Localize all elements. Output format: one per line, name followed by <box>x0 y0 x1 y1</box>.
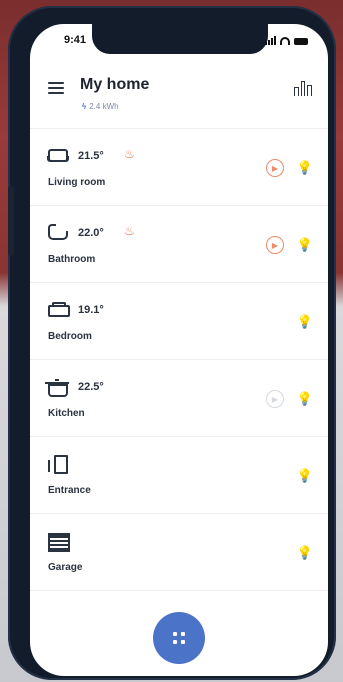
menu-icon[interactable] <box>48 82 64 94</box>
heating-flame-icon: ♨ <box>124 147 135 161</box>
room-row-bathroom[interactable]: 22.0° ♨ Bathroom ▶ 💡 <box>30 206 328 283</box>
light-bulb-button[interactable]: 💡 <box>296 544 314 562</box>
room-name: Bathroom <box>48 254 96 265</box>
room-name: Bedroom <box>48 331 92 342</box>
signal-icon <box>265 36 276 45</box>
light-bulb-button[interactable]: 💡 <box>296 159 314 177</box>
room-temperature: 21.5° <box>78 150 104 162</box>
room-name: Entrance <box>48 485 91 496</box>
door-icon <box>48 455 70 474</box>
bathtub-icon <box>48 224 70 240</box>
room-row-bedroom[interactable]: 19.1° Bedroom 💡 <box>30 283 328 360</box>
room-row-garage[interactable]: Garage 💡 <box>30 514 328 591</box>
garage-icon <box>48 532 70 552</box>
phone-frame: 9:41 My home ϟ 2.4 kWh 21.5° ♨ Living roo… <box>8 6 336 680</box>
status-bar: 9:41 <box>30 34 328 48</box>
light-bulb-button[interactable]: 💡 <box>296 390 314 408</box>
app-screen: 9:41 My home ϟ 2.4 kWh 21.5° ♨ Living roo… <box>30 24 328 676</box>
play-scene-button[interactable]: ▶ <box>266 390 284 408</box>
energy-value: 2.4 kWh <box>89 102 119 111</box>
play-scene-button[interactable]: ▶ <box>266 236 284 254</box>
app-header: My home ϟ 2.4 kWh <box>30 76 328 126</box>
heating-flame-icon: ♨ <box>124 224 135 238</box>
room-name: Garage <box>48 562 83 573</box>
room-name: Kitchen <box>48 408 85 419</box>
room-temperature: 19.1° <box>78 304 104 316</box>
wifi-icon <box>280 37 290 45</box>
room-list: 21.5° ♨ Living room ▶ 💡 22.0° ♨ Bathroom… <box>30 129 328 591</box>
status-time: 9:41 <box>64 34 87 46</box>
cooking-pot-icon <box>45 378 70 397</box>
stats-chart-icon[interactable] <box>294 78 313 96</box>
room-row-kitchen[interactable]: 22.5° Kitchen ▶ 💡 <box>30 360 328 437</box>
phone-side-button <box>8 186 14 256</box>
grid-icon <box>173 632 185 644</box>
light-bulb-button[interactable]: 💡 <box>296 236 314 254</box>
energy-usage: ϟ 2.4 kWh <box>82 102 119 111</box>
room-row-entrance[interactable]: Entrance 💡 <box>30 437 328 514</box>
sofa-icon <box>47 147 70 163</box>
room-temperature: 22.5° <box>78 381 104 393</box>
play-scene-button[interactable]: ▶ <box>266 159 284 177</box>
bed-icon <box>48 301 70 317</box>
apps-grid-button[interactable] <box>153 612 205 664</box>
room-row-living-room[interactable]: 21.5° ♨ Living room ▶ 💡 <box>30 129 328 206</box>
room-name: Living room <box>48 177 106 188</box>
room-temperature: 22.0° <box>78 227 104 239</box>
system-indicators <box>265 36 308 45</box>
battery-icon <box>294 38 308 45</box>
light-bulb-button[interactable]: 💡 <box>296 467 314 485</box>
light-bulb-button[interactable]: 💡 <box>296 313 314 331</box>
page-title: My home <box>80 76 150 93</box>
bolt-icon: ϟ <box>82 102 87 111</box>
